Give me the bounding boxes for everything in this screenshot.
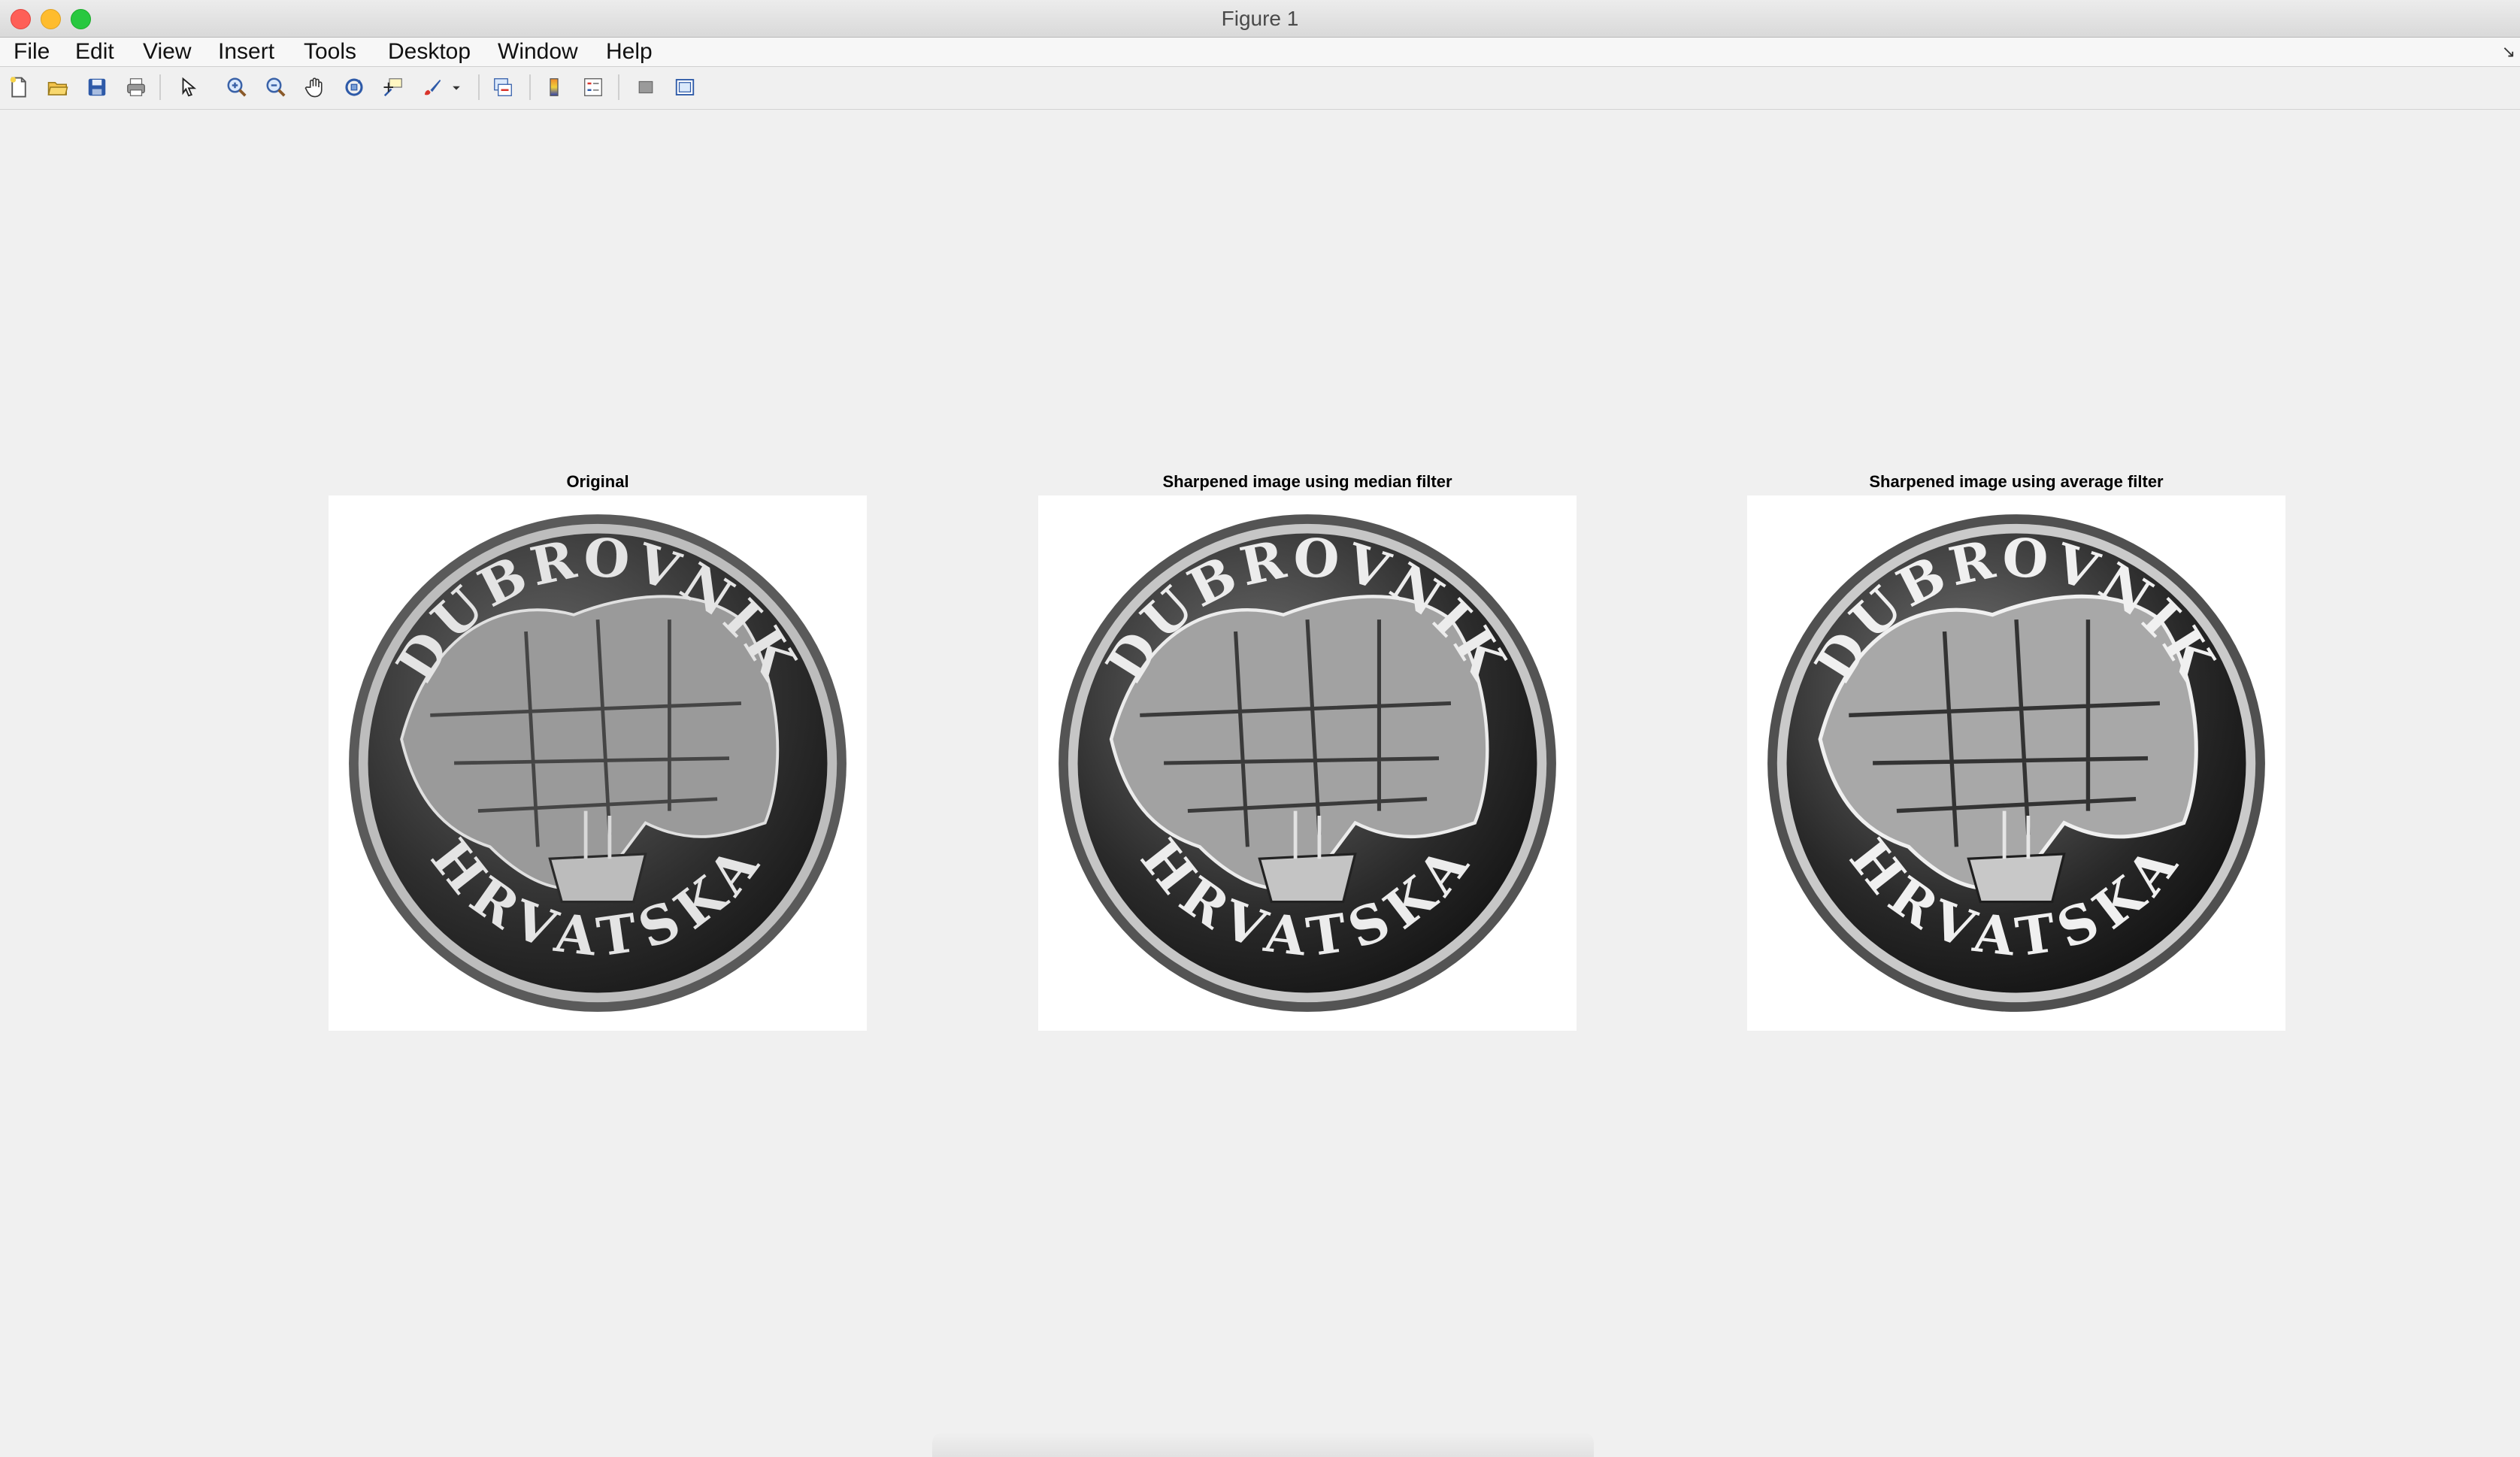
window-title-bar: Figure 1	[0, 0, 2520, 38]
axes-title-average-filter: Sharpened image using average filter	[1869, 472, 2164, 491]
rotate-3d-icon[interactable]	[341, 74, 367, 100]
figure-bottom-shadow	[932, 1432, 1594, 1457]
axes-title-original: Original	[566, 472, 629, 491]
menu-view[interactable]: View	[140, 39, 194, 65]
colorbar-icon[interactable]	[541, 74, 567, 100]
coin-image: DUBROVNIK HRVATSKA	[1059, 514, 1556, 1012]
save-icon[interactable]	[84, 74, 110, 100]
menu-desktop[interactable]: Desktop	[385, 39, 474, 65]
brush-dropdown-chevron-icon[interactable]	[450, 74, 463, 100]
toolbar-separator	[478, 74, 480, 100]
open-file-icon[interactable]	[45, 74, 71, 100]
image-axes-median-filter[interactable]: DUBROVNIK HRVATSKA	[1038, 495, 1577, 1031]
image-axes-average-filter[interactable]: DUBROVNIK HRVATSKA	[1747, 495, 2285, 1031]
window-title: Figure 1	[1221, 7, 1299, 30]
coin-image: DUBROVNIK HRVATSKA	[349, 514, 847, 1012]
menu-window[interactable]: Window	[495, 39, 581, 65]
axes-title-median-filter: Sharpened image using median filter	[1162, 472, 1452, 491]
zoom-in-icon[interactable]	[224, 74, 250, 100]
new-figure-icon[interactable]	[6, 74, 32, 100]
print-icon[interactable]	[123, 74, 149, 100]
toolbar-separator	[159, 74, 161, 100]
toolbar-dock-icon[interactable]: ↘	[2502, 42, 2515, 62]
toolbar-separator	[529, 74, 531, 100]
figure-toolbar	[0, 67, 2520, 110]
menu-insert[interactable]: Insert	[215, 39, 277, 65]
menu-tools[interactable]: Tools	[301, 39, 359, 65]
legend-icon[interactable]	[580, 74, 606, 100]
hide-plot-tools-icon[interactable]	[633, 74, 659, 100]
pan-hand-icon[interactable]	[302, 74, 328, 100]
menu-edit[interactable]: Edit	[72, 39, 117, 65]
data-cursor-icon[interactable]	[380, 74, 406, 100]
image-axes-original[interactable]: DUBROVNIK HRVATSKA	[329, 495, 867, 1031]
brush-icon[interactable]	[419, 74, 445, 100]
show-plot-tools-icon[interactable]	[672, 74, 698, 100]
zoom-out-icon[interactable]	[263, 74, 289, 100]
coin-image: DUBROVNIK HRVATSKA	[1767, 514, 2265, 1012]
select-arrow-icon[interactable]	[176, 74, 201, 100]
link-plot-icon[interactable]	[490, 74, 516, 100]
menu-file[interactable]: File	[11, 39, 53, 65]
menu-bar: File Edit View Insert Tools Desktop Wind…	[0, 38, 2520, 67]
menu-help[interactable]: Help	[603, 39, 656, 65]
toolbar-separator	[618, 74, 619, 100]
